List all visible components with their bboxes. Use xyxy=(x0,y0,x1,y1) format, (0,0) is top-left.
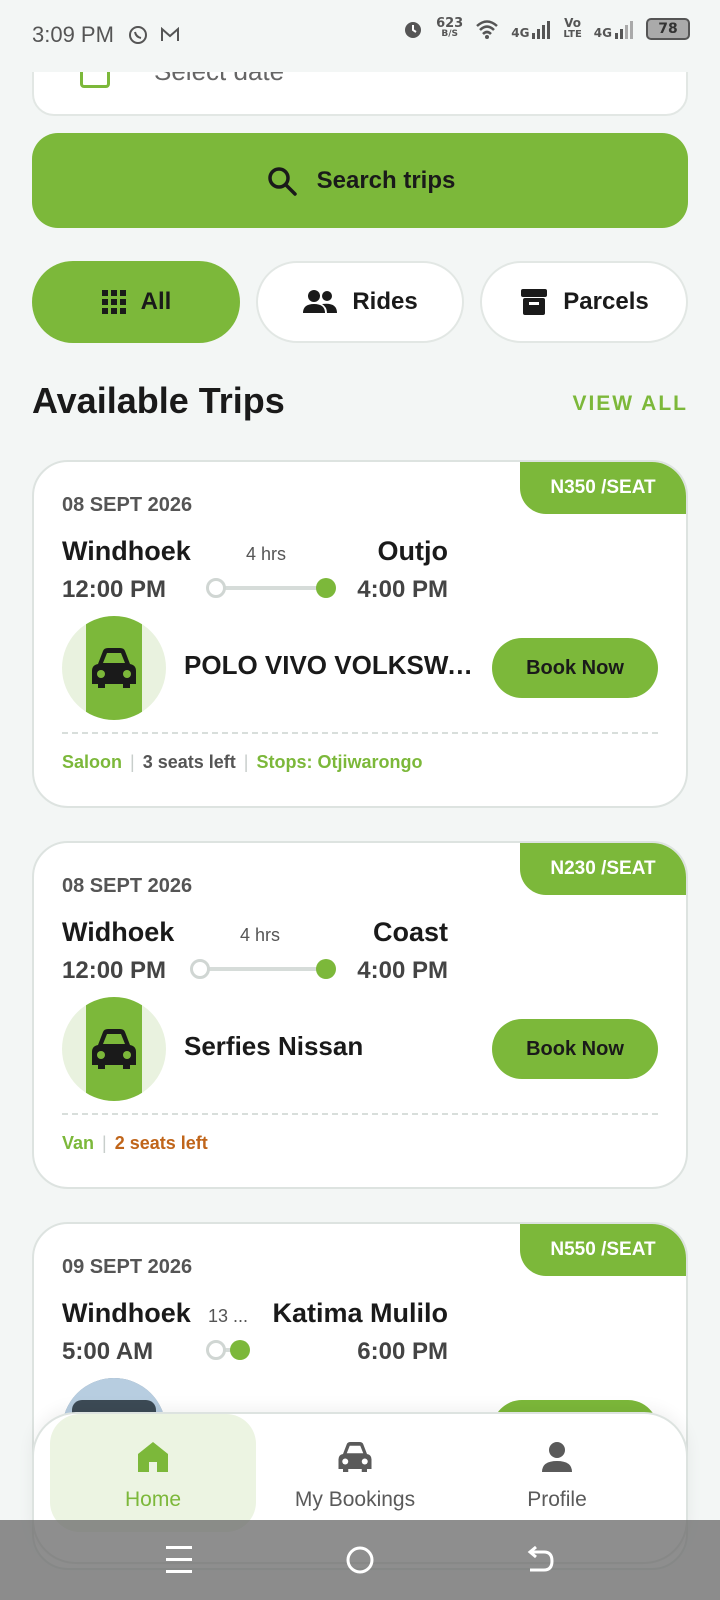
arrival-time: 4:00 PM xyxy=(357,957,448,984)
car-icon xyxy=(92,1029,136,1069)
arrival-time: 4:00 PM xyxy=(357,576,448,603)
search-trips-button[interactable]: Search trips xyxy=(32,133,688,228)
trip-destination: Katima Mulilo xyxy=(272,1298,448,1328)
divider xyxy=(62,732,658,734)
trip-card[interactable]: N230 /SEAT 08 SEPT 2026 Widhoek Coast 12… xyxy=(32,841,688,1189)
gmail-icon xyxy=(161,27,179,41)
filter-parcels-label: Parcels xyxy=(563,288,649,315)
trip-meta: Saloon | 3 seats left | Stops: Otjiwaron… xyxy=(62,752,423,772)
route-start-dot xyxy=(206,1340,226,1360)
filter-all[interactable]: All xyxy=(32,261,240,343)
trip-origin: Windhoek xyxy=(62,536,191,566)
departure-time: 12:00 PM xyxy=(62,957,167,984)
price-tag: N350 /SEAT xyxy=(520,462,686,514)
system-nav-bar xyxy=(0,1520,720,1600)
trip-origin: Windhoek xyxy=(62,1298,191,1328)
nav-my-bookings-label: My Bookings xyxy=(294,1488,416,1511)
battery-indicator: 78 xyxy=(646,18,690,40)
car-icon xyxy=(338,1442,372,1472)
vehicle-name: Serfies Nissan xyxy=(184,1031,364,1061)
route-line xyxy=(200,967,326,971)
route-start-dot xyxy=(190,959,210,979)
alarm-icon xyxy=(405,22,422,38)
route-start-dot xyxy=(206,578,226,598)
price-tag: N550 /SEAT xyxy=(520,1224,686,1276)
trip-duration: 4 hrs xyxy=(246,544,287,564)
wifi-icon xyxy=(476,20,499,39)
price-tag: N230 /SEAT xyxy=(520,843,686,895)
trip-destination: Coast xyxy=(372,917,448,947)
view-all-link[interactable]: VIEW ALL xyxy=(572,392,688,416)
filter-all-label: All xyxy=(140,288,172,315)
menu-icon[interactable] xyxy=(164,1542,194,1578)
back-icon[interactable] xyxy=(524,1544,556,1576)
net-speed: 623 B/S xyxy=(436,16,464,39)
signal-bars-icon xyxy=(615,21,633,39)
filter-rides[interactable]: Rides xyxy=(256,261,464,343)
route-end-dot xyxy=(316,578,336,598)
route-end-dot xyxy=(316,959,336,979)
signal-2: 4G xyxy=(594,19,634,39)
trip-card[interactable]: N350 /SEAT 08 SEPT 2026 Windhoek Outjo 1… xyxy=(32,460,688,808)
departure-time: 12:00 PM xyxy=(62,576,167,603)
status-time: 3:09 PM xyxy=(32,22,114,47)
trip-duration: 13 ... xyxy=(208,1306,249,1326)
arrival-time: 6:00 PM xyxy=(357,1338,448,1365)
vehicle-name: POLO VIVO VOLKSWA... xyxy=(184,650,484,680)
car-icon xyxy=(92,648,136,688)
seats-left: 2 seats left xyxy=(114,1133,208,1153)
whatsapp-icon xyxy=(129,26,147,44)
book-now-button[interactable]: Book Now xyxy=(492,638,658,698)
trip-date: 08 SEPT 2026 xyxy=(62,875,193,897)
seats-left: 3 seats left xyxy=(142,752,236,772)
filter-rides-label: Rides xyxy=(352,288,418,315)
book-now-button[interactable]: Book Now xyxy=(492,1019,658,1079)
home-circle-icon[interactable] xyxy=(344,1544,376,1576)
nav-profile-label: Profile xyxy=(527,1488,587,1511)
route-end-dot xyxy=(230,1340,250,1360)
trip-origin: Widhoek xyxy=(62,917,175,947)
vehicle-type: Van xyxy=(62,1133,95,1153)
trip-date: 08 SEPT 2026 xyxy=(62,494,193,516)
nav-my-bookings[interactable]: My Bookings xyxy=(252,1414,458,1532)
signal-bars-icon xyxy=(532,21,551,39)
grid-icon xyxy=(101,290,126,314)
filter-parcels[interactable]: Parcels xyxy=(480,261,688,343)
trip-meta: Van | 2 seats left xyxy=(62,1133,208,1153)
home-icon xyxy=(138,1442,168,1472)
trip-date: 09 SEPT 2026 xyxy=(62,1256,193,1278)
nav-home-label: Home xyxy=(124,1488,182,1511)
section-title: Available Trips xyxy=(32,380,285,421)
trip-stops: Stops: Otjiwarongo xyxy=(256,752,423,772)
person-icon xyxy=(542,1442,572,1472)
vehicle-type: Saloon xyxy=(62,752,123,772)
nav-profile[interactable]: Profile xyxy=(454,1414,660,1532)
volte: Vo LTE xyxy=(563,16,582,40)
search-icon xyxy=(267,166,297,196)
signal-1: 4G xyxy=(511,19,551,39)
search-trips-label: Search trips xyxy=(316,166,456,194)
people-icon xyxy=(303,290,338,313)
vehicle-avatar xyxy=(62,997,166,1101)
vehicle-avatar xyxy=(62,616,166,720)
nav-home[interactable]: Home xyxy=(50,1414,256,1532)
trip-destination: Outjo xyxy=(377,536,448,566)
status-icons: 623 B/S 4G Vo LTE 4G 78 xyxy=(402,16,690,40)
status-bar: 3:09 PM 623 B/S 4G Vo LTE 4G 78 xyxy=(0,0,720,72)
archive-icon xyxy=(521,289,548,315)
trip-duration: 4 hrs xyxy=(240,925,281,945)
divider xyxy=(62,1113,658,1115)
departure-time: 5:00 AM xyxy=(62,1338,154,1365)
route-line xyxy=(216,586,326,590)
